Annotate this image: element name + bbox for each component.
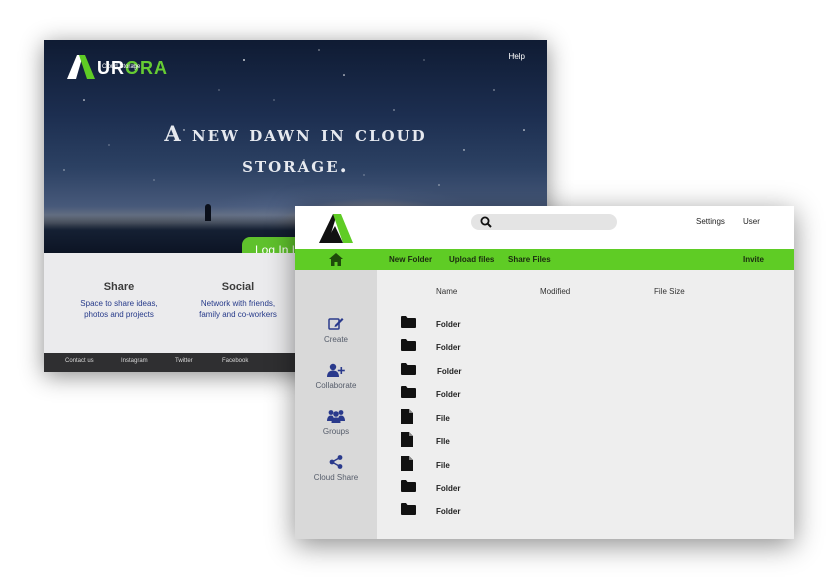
sidebar-item-groups[interactable]: Groups <box>295 409 377 436</box>
person-silhouette <box>205 204 211 221</box>
file-row[interactable]: Folder <box>401 363 781 379</box>
file-name: Folder <box>437 367 462 376</box>
aurora-logo-icon[interactable] <box>319 214 353 243</box>
settings-link[interactable]: Settings <box>696 217 725 226</box>
sidebar-item-create[interactable]: Create <box>295 316 377 344</box>
file-row[interactable]: Folder <box>401 339 781 355</box>
feature-desc-line1: Space to share ideas, <box>80 299 158 308</box>
feature-desc-line2: photos and projects <box>84 310 154 319</box>
folder-icon <box>401 316 416 328</box>
new-folder-button[interactable]: New Folder <box>389 255 432 264</box>
edit-icon <box>328 318 344 330</box>
file-row[interactable]: FIle <box>401 432 781 448</box>
file-list-panel: Name Modified File Size Folder Folder Fo… <box>377 270 794 539</box>
sidebar: Create Collaborate Groups Cloud Share <box>295 270 377 539</box>
folder-icon <box>401 339 416 351</box>
file-name: Folder <box>436 320 461 329</box>
column-header-size[interactable]: File Size <box>654 287 685 296</box>
aurora-logo-icon <box>67 55 95 79</box>
file-row[interactable]: File <box>401 409 781 425</box>
file-name: Folder <box>436 343 461 352</box>
feature-title: Share <box>103 281 135 293</box>
file-row[interactable]: Folder <box>401 480 781 496</box>
share-icon <box>329 455 343 469</box>
user-link[interactable]: User <box>743 217 760 226</box>
logo-subtitle: Cloud Storage <box>102 64 141 70</box>
file-manager-window: Settings User New Folder Upload files Sh… <box>295 206 794 539</box>
file-icon <box>401 432 413 447</box>
file-name: File <box>436 461 450 470</box>
hero-title: A new dawn in cloud storage. <box>94 118 497 180</box>
column-header-name[interactable]: Name <box>436 287 457 296</box>
sidebar-item-label: Create <box>323 335 348 344</box>
folder-icon <box>401 480 416 492</box>
app-header: Settings User <box>295 206 794 249</box>
file-name: FIle <box>436 437 450 446</box>
file-row[interactable]: Folder <box>401 316 781 332</box>
feature-social: Social Network with friends, family and … <box>183 281 293 320</box>
column-header-modified[interactable]: Modified <box>540 287 570 296</box>
invite-button[interactable]: Invite <box>743 255 764 264</box>
file-name: Folder <box>436 390 461 399</box>
file-name: Folder <box>436 507 461 516</box>
help-link[interactable]: Help <box>509 52 525 61</box>
folder-icon <box>401 386 416 398</box>
home-icon[interactable] <box>329 253 343 266</box>
share-files-button[interactable]: Share Files <box>508 255 551 264</box>
sidebar-item-label: Groups <box>322 427 350 436</box>
search-icon[interactable] <box>480 216 492 228</box>
file-icon <box>401 456 413 471</box>
feature-share: Share Space to share ideas, photos and p… <box>64 281 174 320</box>
sidebar-item-label: Collaborate <box>315 381 357 390</box>
file-row[interactable]: Folder <box>401 386 781 402</box>
file-icon <box>401 409 413 424</box>
folder-icon <box>401 363 416 375</box>
file-row[interactable]: Folder <box>401 503 781 519</box>
search-bar[interactable] <box>471 214 617 230</box>
footer-link-instagram[interactable]: Instagram <box>121 358 148 364</box>
group-icon <box>327 410 345 423</box>
hero-title-line1: A new dawn in cloud <box>164 121 427 146</box>
action-toolbar: New Folder Upload files Share Files Invi… <box>295 249 794 270</box>
file-name: File <box>436 414 450 423</box>
footer-link-twitter[interactable]: Twitter <box>175 358 193 364</box>
sidebar-item-cloud-share[interactable]: Cloud Share <box>295 455 377 482</box>
footer-link-contact[interactable]: Contact us <box>65 358 94 364</box>
file-name: Folder <box>436 484 461 493</box>
feature-desc-line2: family and co-workers <box>199 310 277 319</box>
feature-desc-line1: Network with friends, <box>200 299 276 308</box>
add-user-icon <box>327 363 345 377</box>
upload-files-button[interactable]: Upload files <box>449 255 494 264</box>
hero-title-line2: storage. <box>242 152 349 177</box>
folder-icon <box>401 503 416 515</box>
footer-link-facebook[interactable]: Facebook <box>222 358 248 364</box>
feature-title: Social <box>221 281 255 293</box>
sidebar-item-collaborate[interactable]: Collaborate <box>295 363 377 390</box>
file-row[interactable]: File <box>401 456 781 472</box>
sidebar-item-label: Cloud Share <box>313 473 359 482</box>
